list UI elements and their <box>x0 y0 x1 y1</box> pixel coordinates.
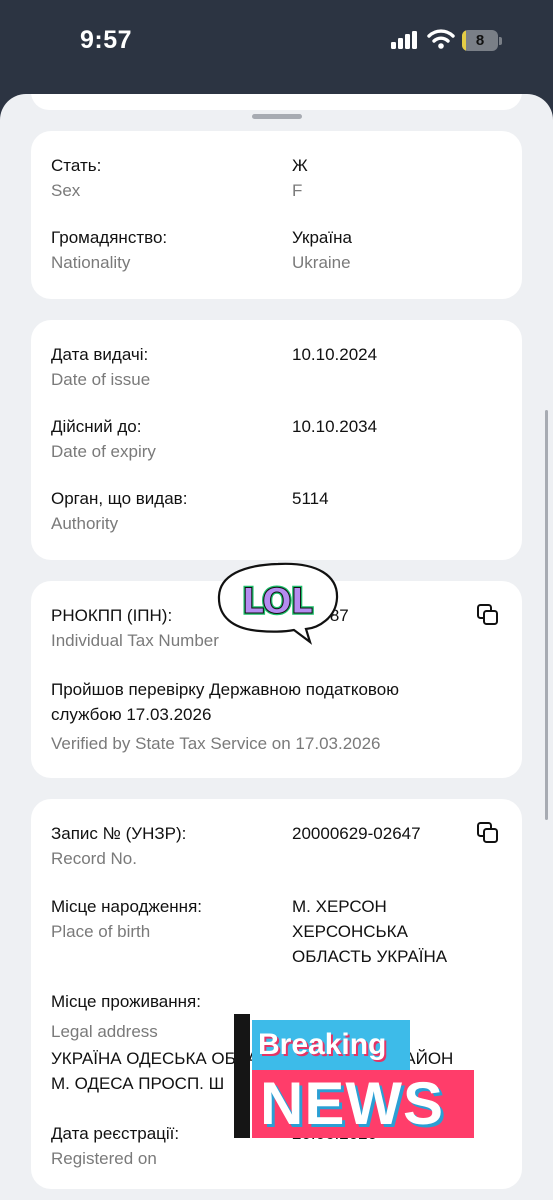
status-time: 9:57 <box>80 26 133 54</box>
nationality-label-group: Громадянство: Nationality <box>51 227 167 274</box>
document-dates-card: Дата видачі: Date of issue 10.10.2024 Ді… <box>31 320 522 560</box>
tax-verification: Пройшов перевірку Державною податковою с… <box>51 677 399 755</box>
battery-icon: 8 <box>462 30 498 51</box>
status-bar: 9:57 8 <box>0 0 553 94</box>
record-value: 20000629-02647 <box>292 824 421 843</box>
lol-sticker: LOL LOL <box>217 562 339 645</box>
authority-label: Орган, що видав: <box>51 489 188 508</box>
birthplace-line2: ХЕРСОНСЬКА <box>292 922 408 941</box>
wifi-icon <box>427 29 455 49</box>
record-label: Запис № (УНЗР): <box>51 824 187 843</box>
expiry-date-value: 10.10.2034 <box>292 417 378 436</box>
tax-number-label: РНОКПП (ІПН): <box>51 606 173 625</box>
sex-label-group: Стать: Sex <box>51 155 101 202</box>
authority-sublabel: Authority <box>51 514 119 533</box>
battery-percentage: 8 <box>475 32 485 49</box>
news-text: NEWS <box>252 1070 474 1138</box>
breaking-news-sticker: Breaking NEWS <box>234 1012 478 1140</box>
birthplace-line3: ОБЛАСТЬ УКРАЇНА <box>292 947 448 966</box>
birthplace-line1: М. ХЕРСОН <box>292 897 387 916</box>
authority-label-group: Орган, що видав: Authority <box>51 488 187 535</box>
copy-icon[interactable] <box>476 603 500 627</box>
nationality-value-group: Україна Ukraine <box>292 227 352 274</box>
registration-label-group: Дата реєстрації: Registered on <box>51 1123 179 1170</box>
issue-date-sublabel: Date of issue <box>51 370 151 389</box>
address-label: Місце проживання: <box>51 992 201 1011</box>
news-sticker-bar <box>234 1014 250 1138</box>
nationality-label: Громадянство: <box>51 228 168 247</box>
birthplace-label-group: Місце народження: Place of birth <box>51 896 202 943</box>
expiry-date-label: Дійсний до: <box>51 417 142 436</box>
tax-number-sublabel: Individual Tax Number <box>51 631 219 650</box>
registration-sublabel: Registered on <box>51 1149 157 1168</box>
sex-sublabel: Sex <box>51 181 81 200</box>
expiry-date-label-group: Дійсний до: Date of expiry <box>51 416 156 463</box>
nationality-value-en: Ukraine <box>292 253 351 272</box>
sex-value-en: F <box>292 181 303 200</box>
personal-info-card: Стать: Sex Ж F Громадянство: Nationality… <box>31 131 522 299</box>
sex-value-group: Ж F <box>292 155 308 202</box>
battery-cap <box>499 37 502 45</box>
issue-date-label: Дата видачі: <box>51 345 149 364</box>
tax-verification-en: Verified by State Tax Service on 17.03.2… <box>51 734 381 753</box>
previous-card-edge <box>31 94 522 110</box>
lol-sticker-text-outline: LOL <box>242 582 313 622</box>
sex-label: Стать: <box>51 156 102 175</box>
breaking-text: Breaking <box>252 1020 410 1070</box>
birthplace-sublabel: Place of birth <box>51 922 151 941</box>
nationality-value: Україна <box>292 228 352 247</box>
scrollbar[interactable] <box>545 410 548 820</box>
issue-date-value: 10.10.2024 <box>292 345 378 364</box>
sheet-drag-handle[interactable] <box>252 114 302 119</box>
tax-verification-line2: службою 17.03.2026 <box>51 705 212 724</box>
cellular-signal-icon <box>391 31 417 49</box>
tax-number-label-group: РНОКПП (ІПН): Individual Tax Number <box>51 605 219 652</box>
birthplace-label: Місце народження: <box>51 897 202 916</box>
record-sublabel: Record No. <box>51 849 137 868</box>
issue-date-label-group: Дата видачі: Date of issue <box>51 344 150 391</box>
expiry-date-sublabel: Date of expiry <box>51 442 156 461</box>
birthplace-value: М. ХЕРСОН ХЕРСОНСЬКА ОБЛАСТЬ УКРАЇНА <box>292 894 447 969</box>
record-label-group: Запис № (УНЗР): Record No. <box>51 823 186 870</box>
copy-icon[interactable] <box>476 821 500 845</box>
nationality-sublabel: Nationality <box>51 253 131 272</box>
registration-label: Дата реєстрації: <box>51 1124 180 1143</box>
tax-verification-line1: Пройшов перевірку Державною податковою <box>51 680 399 699</box>
authority-value: 5114 <box>292 489 329 508</box>
sex-value: Ж <box>292 156 308 175</box>
